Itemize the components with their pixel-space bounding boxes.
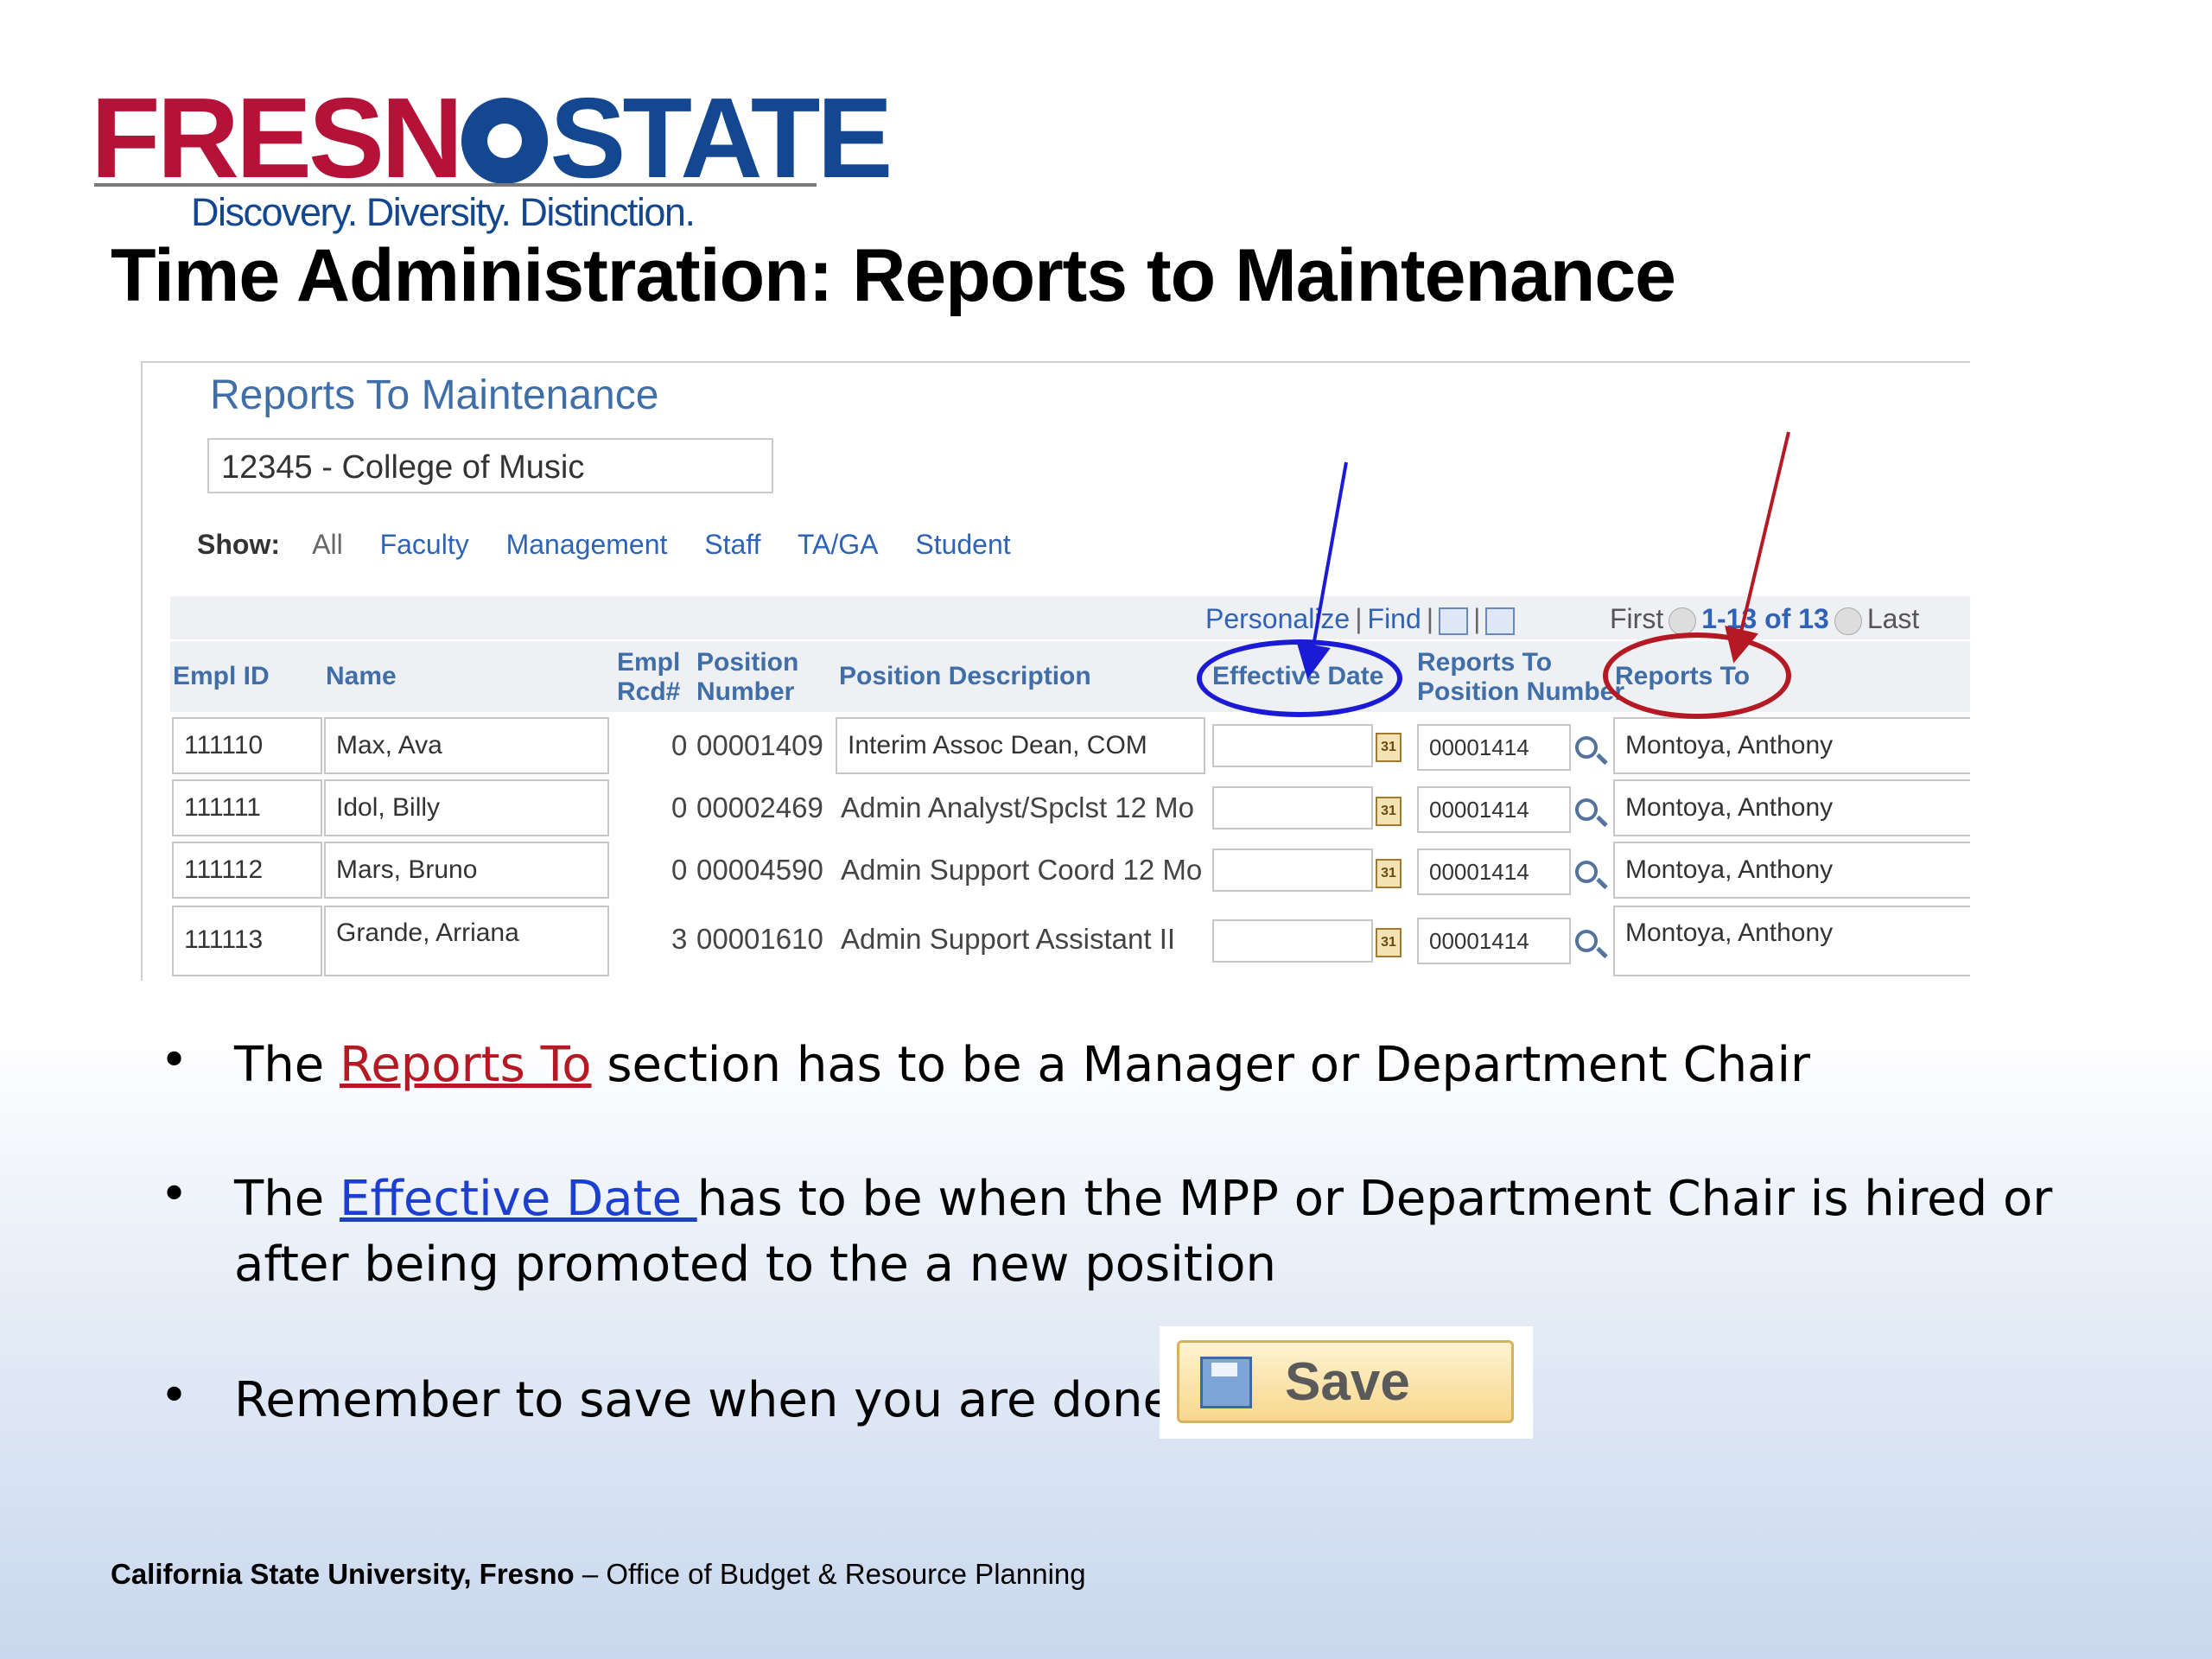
bullet-text-pre: The xyxy=(234,1037,340,1093)
save-disk-icon xyxy=(1200,1357,1252,1408)
effective-date-arrow xyxy=(1296,461,1348,679)
bullet-text: Remember to save when you are done xyxy=(234,1372,1173,1428)
bullet-text-line2: after being promoted to the a new positi… xyxy=(234,1236,1277,1293)
bullet-text-post: section has to be a Manager or Departmen… xyxy=(591,1037,1811,1093)
reports-to-link[interactable]: Reports To xyxy=(340,1037,592,1093)
effective-date-link[interactable]: Effective Date xyxy=(340,1171,697,1227)
bullet-text: The Reports To section has to be a Manag… xyxy=(234,1033,1810,1098)
footer-institution: California State University, Fresno xyxy=(111,1558,575,1590)
save-label: Save xyxy=(1285,1352,1410,1412)
bullet-text-pre: The xyxy=(234,1171,340,1227)
bullet-dot: • xyxy=(160,1033,189,1089)
save-button-image: Save xyxy=(1160,1326,1533,1439)
footer: California State University, Fresno – Of… xyxy=(111,1558,1086,1591)
bullet-text-post: has to be when the MPP or Department Cha… xyxy=(696,1171,2053,1227)
reports-to-arrow xyxy=(1725,431,1790,664)
bullet-dot: • xyxy=(160,1368,189,1424)
save-button[interactable]: Save xyxy=(1177,1340,1514,1423)
bullet-dot: • xyxy=(160,1166,189,1223)
bullet-text: The Effective Date has to be when the MP… xyxy=(234,1166,2052,1298)
footer-office: – Office of Budget & Resource Planning xyxy=(574,1558,1086,1590)
